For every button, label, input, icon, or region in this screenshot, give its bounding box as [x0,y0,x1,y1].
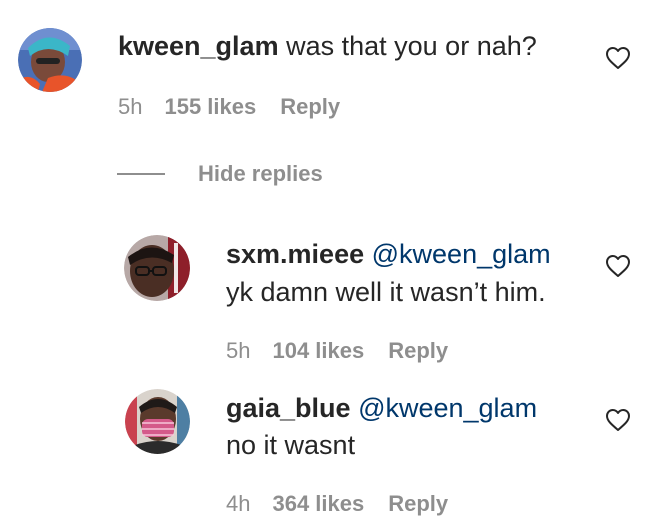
reply-likes[interactable]: 104 likes [272,338,364,364]
reply-mention[interactable]: @kween_glam [358,393,537,423]
heart-outline-icon[interactable] [605,408,631,432]
reply-button[interactable]: Reply [388,338,448,364]
avatar[interactable] [18,28,82,92]
reply-text: yk damn well it wasn’t him. [226,277,546,307]
heart-outline-icon[interactable] [605,254,631,278]
reply-username[interactable]: gaia_blue [226,393,351,423]
reply-button[interactable]: Reply [388,491,448,517]
reply-meta: 5h 104 likes Reply [226,338,448,364]
avatar[interactable] [125,389,190,454]
reply-time: 5h [226,338,251,363]
comment-body: kween_glam was that you or nah? [118,30,537,62]
reply-mention[interactable]: @kween_glam [372,239,551,269]
comment-likes[interactable]: 155 likes [164,94,256,120]
comment-meta: 5h 155 likes Reply [118,94,340,120]
reply-text: no it wasnt [226,430,356,460]
comment-time: 5h [118,94,143,119]
reply-body: sxm.mieee @kween_glam [226,238,551,270]
reply-likes[interactable]: 364 likes [272,491,364,517]
replies-divider [117,173,165,175]
reply-meta: 4h 364 likes Reply [226,491,448,517]
comment-text: was that you or nah? [286,31,537,61]
reply-username[interactable]: sxm.mieee [226,239,364,269]
heart-outline-icon[interactable] [605,46,631,70]
reply-body: gaia_blue @kween_glam [226,392,537,424]
reply-time: 4h [226,491,251,516]
hide-replies-button[interactable]: Hide replies [198,160,323,188]
avatar[interactable] [124,235,190,301]
reply-button[interactable]: Reply [280,94,340,120]
comment-username[interactable]: kween_glam [118,31,279,61]
